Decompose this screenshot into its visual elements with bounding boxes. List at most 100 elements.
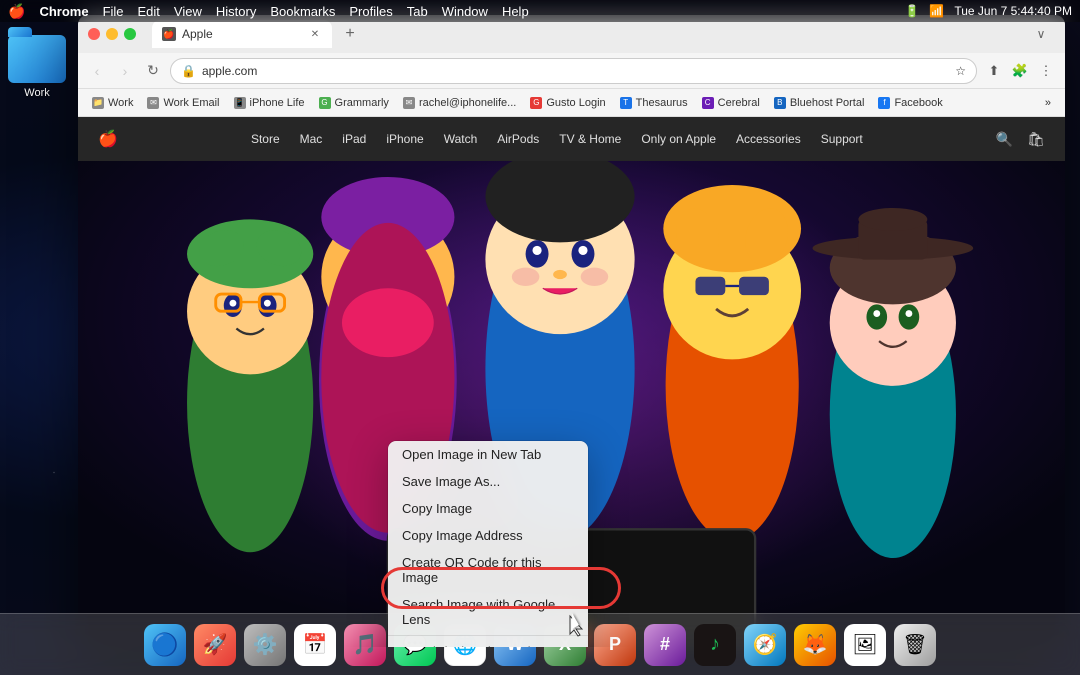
- context-menu-adblock[interactable]: 🛡 AdBlock — best ad blocker ›: [388, 638, 588, 647]
- dock-safari[interactable]: 🧭: [742, 622, 788, 668]
- bookmark-favicon-gusto: G: [530, 97, 542, 109]
- search-icon[interactable]: 🔍: [996, 131, 1013, 148]
- bookmark-favicon-grammarly: G: [319, 97, 331, 109]
- context-menu-google-lens[interactable]: Search Image with Google Lens: [388, 591, 588, 633]
- apple-nav: 🍎 Store Mac iPad iPhone Watch AirPods TV…: [78, 117, 1065, 161]
- url-bar[interactable]: 🔒 apple.com ☆: [170, 58, 977, 84]
- menubar-left: 🍎 Chrome File Edit View History Bookmark…: [8, 3, 529, 20]
- tab-favicon: 🍎: [162, 27, 176, 41]
- apple-nav-airpods[interactable]: AirPods: [497, 132, 539, 146]
- context-menu-qr-code[interactable]: Create QR Code for this Image: [388, 549, 588, 591]
- apple-nav-support[interactable]: Support: [821, 132, 863, 146]
- dock-trash[interactable]: 🗑: [892, 622, 938, 668]
- apple-nav-tv[interactable]: TV & Home: [559, 132, 621, 146]
- adblock-label: AdBlock — best ad blocker: [420, 644, 565, 647]
- bookmark-thesaurus[interactable]: T Thesaurus: [614, 95, 694, 111]
- active-tab[interactable]: 🍎 Apple ✕: [152, 20, 332, 48]
- apple-menu[interactable]: 🍎: [8, 3, 25, 20]
- bookmark-label-gusto: Gusto Login: [546, 97, 605, 109]
- tab-expand-button[interactable]: ∨: [1027, 20, 1055, 48]
- copy-address-label: Copy Image Address: [402, 528, 523, 543]
- system-preferences-icon: ⚙️: [244, 624, 286, 666]
- context-menu-save-image[interactable]: Save Image As...: [388, 468, 588, 495]
- menubar-view[interactable]: View: [174, 4, 202, 19]
- open-image-label: Open Image in New Tab: [402, 447, 541, 462]
- dock-finder[interactable]: 🔵: [142, 622, 188, 668]
- bookmark-favicon-thesaurus: T: [620, 97, 632, 109]
- bag-icon[interactable]: 🛍: [1027, 131, 1045, 148]
- apple-nav-accessories[interactable]: Accessories: [736, 132, 801, 146]
- apple-nav-items: Store Mac iPad iPhone Watch AirPods TV &…: [118, 132, 996, 146]
- back-button[interactable]: ‹: [86, 60, 108, 82]
- safari-icon: 🧭: [744, 624, 786, 666]
- refresh-button[interactable]: ↻: [142, 60, 164, 82]
- menubar-history[interactable]: History: [216, 4, 256, 19]
- minimize-button[interactable]: [106, 28, 118, 40]
- bookmark-label-work-email: Work Email: [163, 97, 219, 109]
- google-lens-label: Search Image with Google Lens: [402, 597, 574, 627]
- menubar-tab[interactable]: Tab: [407, 4, 428, 19]
- dock-calendar[interactable]: 📅: [292, 622, 338, 668]
- context-menu-open-image[interactable]: Open Image in New Tab: [388, 441, 588, 468]
- close-button[interactable]: [88, 28, 100, 40]
- menubar-file[interactable]: File: [103, 4, 124, 19]
- menubar-profiles[interactable]: Profiles: [349, 4, 392, 19]
- bookmark-favicon-facebook: f: [878, 97, 890, 109]
- address-bar: ‹ › ↻ 🔒 apple.com ☆ ⬆ 🧩 ⋮: [78, 53, 1065, 89]
- bookmark-iphone-life[interactable]: 📱 iPhone Life: [228, 95, 311, 111]
- firefox-icon: 🦊: [794, 624, 836, 666]
- apple-nav-ipad[interactable]: iPad: [342, 132, 366, 146]
- context-menu-copy-image[interactable]: Copy Image: [388, 495, 588, 522]
- apple-nav-mac[interactable]: Mac: [300, 132, 323, 146]
- dock-powerpoint[interactable]: P: [592, 622, 638, 668]
- menubar-bookmarks[interactable]: Bookmarks: [270, 4, 335, 19]
- menubar-help[interactable]: Help: [502, 4, 529, 19]
- save-image-label: Save Image As...: [402, 474, 500, 489]
- bookmark-label-work: Work: [108, 97, 133, 109]
- bookmark-label-bluehost: Bluehost Portal: [790, 97, 865, 109]
- apple-nav-only[interactable]: Only on Apple: [641, 132, 716, 146]
- bookmark-facebook[interactable]: f Facebook: [872, 95, 948, 111]
- bookmark-label-grammarly: Grammarly: [335, 97, 389, 109]
- apple-nav-iphone[interactable]: iPhone: [386, 132, 423, 146]
- new-tab-button[interactable]: +: [336, 20, 364, 48]
- dock-slack[interactable]: #: [642, 622, 688, 668]
- bookmark-cerebral[interactable]: C Cerebral: [696, 95, 766, 111]
- traffic-lights: [88, 28, 136, 40]
- menubar-app-name[interactable]: Chrome: [39, 4, 88, 19]
- bookmark-label-facebook: Facebook: [894, 97, 942, 109]
- menubar-edit[interactable]: Edit: [138, 4, 160, 19]
- browser-window: 🍎 Apple ✕ + ∨ ‹ › ↻ 🔒 apple.com ☆ ⬆ 🧩 ⋮: [78, 15, 1065, 647]
- dock-photos[interactable]: 🖼: [842, 622, 888, 668]
- bookmark-work[interactable]: 📁 Work: [86, 95, 139, 111]
- dock-system-preferences[interactable]: ⚙️: [242, 622, 288, 668]
- menubar-window[interactable]: Window: [442, 4, 488, 19]
- maximize-button[interactable]: [124, 28, 136, 40]
- apple-logo: 🍎: [98, 129, 118, 149]
- bookmark-grammarly[interactable]: G Grammarly: [313, 95, 395, 111]
- context-menu-copy-address[interactable]: Copy Image Address: [388, 522, 588, 549]
- calendar-icon: 📅: [294, 624, 336, 666]
- bookmark-label-thesaurus: Thesaurus: [636, 97, 688, 109]
- desktop-folder-work[interactable]: Work: [8, 35, 66, 99]
- more-icon[interactable]: ⋮: [1035, 60, 1057, 82]
- share-icon[interactable]: ⬆: [983, 60, 1005, 82]
- page-content: 🍎 Store Mac iPad iPhone Watch AirPods TV…: [78, 117, 1065, 647]
- dock-launchpad[interactable]: 🚀: [192, 622, 238, 668]
- bookmark-bluehost[interactable]: B Bluehost Portal: [768, 95, 871, 111]
- bookmark-work-email[interactable]: ✉ Work Email: [141, 95, 225, 111]
- bookmark-gusto[interactable]: G Gusto Login: [524, 95, 611, 111]
- dock-music[interactable]: 🎵: [342, 622, 388, 668]
- dock-spotify[interactable]: ♪: [692, 622, 738, 668]
- extensions-icon[interactable]: 🧩: [1009, 60, 1031, 82]
- bookmark-favicon-bluehost: B: [774, 97, 786, 109]
- dock-firefox[interactable]: 🦊: [792, 622, 838, 668]
- bookmark-star-icon[interactable]: ☆: [955, 64, 966, 78]
- tab-close-button[interactable]: ✕: [308, 27, 322, 41]
- bookmark-rachel[interactable]: ✉ rachel@iphonelife...: [397, 95, 522, 111]
- apple-nav-store[interactable]: Store: [251, 132, 280, 146]
- apple-nav-watch[interactable]: Watch: [444, 132, 478, 146]
- forward-button[interactable]: ›: [114, 60, 136, 82]
- tab-bar: 🍎 Apple ✕ + ∨: [152, 20, 1055, 48]
- bookmarks-more-button[interactable]: »: [1039, 95, 1057, 111]
